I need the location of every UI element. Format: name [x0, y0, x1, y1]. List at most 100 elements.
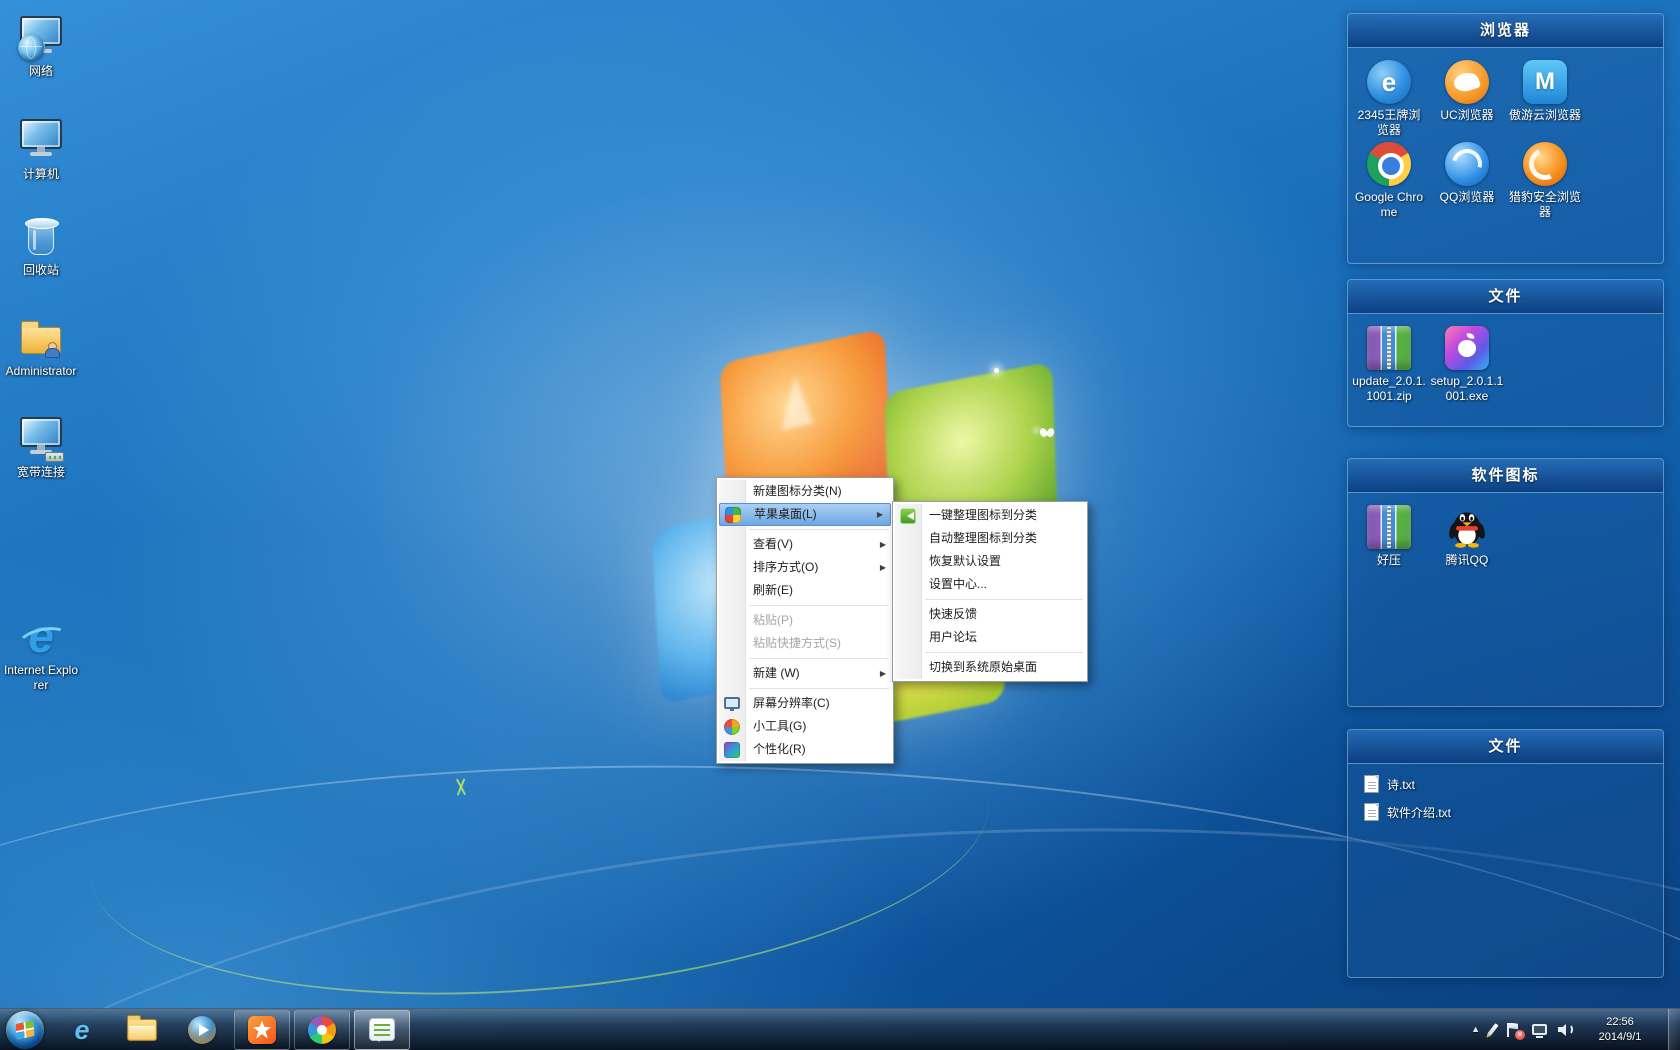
panel-software-header[interactable]: 软件图标	[1348, 459, 1663, 493]
maxthon-browser-icon: M	[1523, 60, 1567, 104]
submenu-item-settings-center[interactable]: 设置中心...	[893, 573, 1087, 596]
message-app-icon	[369, 1018, 395, 1041]
wallpaper-sprig	[452, 778, 470, 796]
panel-item-maxthon-browser[interactable]: M 傲游云浏览器	[1506, 60, 1584, 138]
panel-files-bottom-body: 诗.txt 软件介绍.txt	[1348, 764, 1663, 836]
desktop-icon-recycle-bin[interactable]: 回收站	[2, 212, 80, 278]
panel-item-haozip[interactable]: 好压	[1350, 505, 1428, 568]
panel-item-2345-browser[interactable]: e 2345王牌浏览器	[1350, 60, 1428, 138]
panel-item-google-chrome[interactable]: Google Chrome	[1350, 142, 1428, 220]
desktop-icon-label: Administrator	[2, 364, 80, 379]
panel-item-qq-browser[interactable]: QQ浏览器	[1428, 142, 1506, 220]
menu-item-gadgets[interactable]: 小工具(G)	[717, 715, 893, 738]
panel-browsers-header[interactable]: 浏览器	[1348, 14, 1663, 48]
menu-separator	[925, 652, 1083, 653]
haozip-icon	[1367, 505, 1411, 549]
desktop-icon-broadband[interactable]: 宽带连接	[2, 414, 80, 480]
panel-item-update-zip[interactable]: update_2.0.1.1001.zip	[1350, 326, 1428, 404]
butterfly-shape	[1040, 428, 1054, 438]
taskbar-flower-app[interactable]	[294, 1010, 350, 1050]
panel-files-top-body: update_2.0.1.1001.zip setup_2.0.1.1001.e…	[1348, 314, 1663, 416]
wallpaper-sparkle	[994, 368, 999, 373]
desktop-icon-label: Internet Explorer	[2, 663, 80, 693]
text-document-icon	[1364, 803, 1379, 821]
tray-pen-icon[interactable]	[1487, 1023, 1498, 1036]
alert-badge: ×	[1515, 1030, 1525, 1040]
menu-item-new[interactable]: 新建 (W) ▶	[717, 662, 893, 685]
submenu-item-switch-original-desktop[interactable]: 切换到系统原始桌面	[893, 656, 1087, 679]
screen: 网络 计算机 回收站 Administrator 宽带连接 e Internet…	[0, 0, 1680, 1050]
tray-action-center-flag-icon[interactable]: ×	[1506, 1023, 1521, 1037]
panel-files-top-header[interactable]: 文件	[1348, 280, 1663, 314]
clock-date: 2014/9/1	[1585, 1030, 1655, 1045]
qq-browser-icon	[1445, 142, 1489, 186]
apple-setup-icon	[1445, 326, 1489, 370]
taskbar-clock[interactable]: 22:56 2014/9/1	[1585, 1015, 1655, 1045]
network-icon	[17, 13, 65, 61]
uc-browser-icon	[1445, 60, 1489, 104]
internet-explorer-icon: e	[74, 1016, 89, 1044]
desktop-icon-label: 计算机	[2, 167, 80, 182]
submenu-item-auto-organize[interactable]: 自动整理图标到分类	[893, 527, 1087, 550]
panel-software: 软件图标 好压	[1347, 458, 1664, 707]
recycle-bin-icon	[17, 212, 65, 260]
menu-separator	[749, 688, 889, 689]
chrome-icon	[1367, 142, 1411, 186]
computer-icon	[17, 116, 65, 164]
desktop-icon-computer[interactable]: 计算机	[2, 116, 80, 182]
submenu-item-user-forum[interactable]: 用户论坛	[893, 626, 1087, 649]
tray-network-icon[interactable]	[1532, 1024, 1547, 1035]
panel-browsers-body: e 2345王牌浏览器 UC浏览器 M 傲游云浏览器 Google Chrome	[1348, 48, 1663, 232]
menu-item-view[interactable]: 查看(V) ▶	[717, 533, 893, 556]
desktop-icon-internet-explorer[interactable]: e Internet Explorer	[2, 612, 80, 693]
menu-separator	[749, 605, 889, 606]
taskbar-internet-explorer[interactable]: e	[54, 1010, 110, 1050]
panel-files-bottom-header[interactable]: 文件	[1348, 730, 1663, 764]
menu-item-sort-by[interactable]: 排序方式(O) ▶	[717, 556, 893, 579]
organize-icon	[900, 508, 916, 524]
menu-item-new-icon-category[interactable]: 新建图标分类(N)	[717, 480, 893, 503]
panel-item-liebao-browser[interactable]: 猎豹安全浏览器	[1506, 142, 1584, 220]
submenu-item-one-key-organize[interactable]: 一键整理图标到分类	[893, 504, 1087, 527]
taskbar-explorer[interactable]	[114, 1010, 170, 1050]
panel-files-top: 文件 update_2.0.1.1001.zip setup_2.0.1.100…	[1347, 279, 1664, 427]
folder-icon	[127, 1019, 157, 1041]
menu-item-apple-desktop[interactable]: 苹果桌面(L) ▶	[719, 503, 891, 526]
globe-shape	[18, 35, 44, 61]
liebao-browser-icon	[1523, 142, 1567, 186]
start-button[interactable]	[6, 1011, 44, 1049]
file-row-poem-txt[interactable]: 诗.txt	[1350, 770, 1661, 798]
tray-chevron-up-icon[interactable]: ▲	[1471, 1025, 1480, 1034]
desktop-icon-network[interactable]: 网络	[2, 13, 80, 79]
submenu-item-quick-feedback[interactable]: 快速反馈	[893, 603, 1087, 626]
panel-files-bottom: 文件 诗.txt 软件介绍.txt	[1347, 729, 1664, 978]
text-document-icon	[1364, 775, 1379, 793]
qq-penguin-icon	[1445, 505, 1489, 549]
apple-desktop-icon	[725, 507, 741, 523]
menu-item-refresh[interactable]: 刷新(E)	[717, 579, 893, 602]
desktop-icon-label: 宽带连接	[2, 465, 80, 480]
show-desktop-button[interactable]	[1668, 1009, 1680, 1050]
context-submenu: 一键整理图标到分类 自动整理图标到分类 恢复默认设置 设置中心... 快速反馈 …	[892, 501, 1088, 682]
taskbar-message-app[interactable]	[354, 1010, 410, 1050]
desktop-icon-administrator[interactable]: Administrator	[2, 313, 80, 379]
desktop-icon-label: 网络	[2, 64, 80, 79]
panel-item-uc-browser[interactable]: UC浏览器	[1428, 60, 1506, 138]
taskbar-2345-app[interactable]	[234, 1010, 290, 1050]
submenu-arrow-icon: ▶	[880, 556, 886, 579]
menu-item-screen-resolution[interactable]: 屏幕分辨率(C)	[717, 692, 893, 715]
personalize-icon	[724, 742, 740, 758]
menu-item-paste: 粘贴(P)	[717, 609, 893, 632]
panel-item-tencent-qq[interactable]: 腾讯QQ	[1428, 505, 1506, 568]
menu-separator	[749, 658, 889, 659]
file-row-software-intro-txt[interactable]: 软件介绍.txt	[1350, 798, 1661, 826]
menu-separator	[749, 529, 889, 530]
taskbar-media-player[interactable]	[174, 1010, 230, 1050]
submenu-arrow-icon: ▶	[880, 662, 886, 685]
tray-volume-icon[interactable]	[1558, 1023, 1574, 1036]
menu-item-personalize[interactable]: 个性化(R)	[717, 738, 893, 761]
2345-browser-icon: e	[1367, 60, 1411, 104]
internet-explorer-icon: e	[17, 612, 65, 660]
panel-item-setup-exe[interactable]: setup_2.0.1.1001.exe	[1428, 326, 1506, 404]
submenu-item-restore-defaults[interactable]: 恢复默认设置	[893, 550, 1087, 573]
